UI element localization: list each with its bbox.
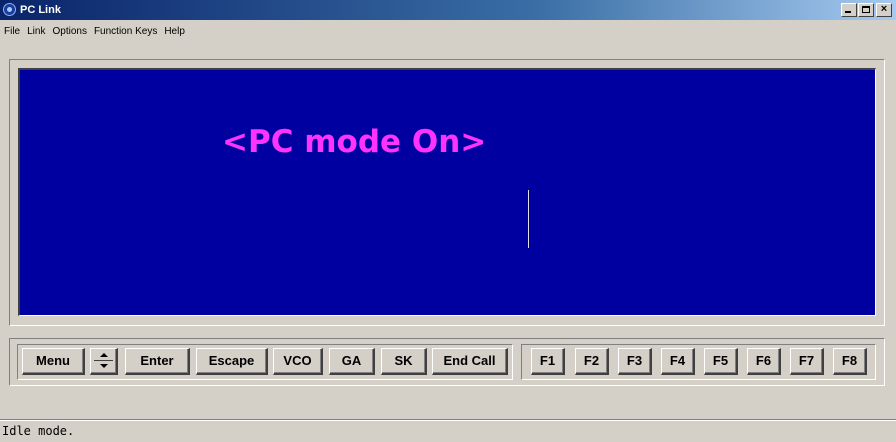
display-text: <PC mode On> bbox=[222, 124, 487, 160]
ga-key[interactable]: GA bbox=[329, 348, 375, 375]
close-button[interactable]: × bbox=[876, 3, 892, 17]
menu-file[interactable]: File bbox=[1, 23, 23, 41]
f1-key[interactable]: F1 bbox=[531, 348, 565, 375]
f5-key[interactable]: F5 bbox=[704, 348, 738, 375]
status-divider-highlight bbox=[0, 420, 896, 421]
vco-key[interactable]: VCO bbox=[273, 348, 323, 375]
status-text: Idle mode. bbox=[2, 424, 75, 438]
f4-key[interactable]: F4 bbox=[661, 348, 695, 375]
end-call-key[interactable]: End Call bbox=[432, 348, 508, 375]
title-bar[interactable]: PC Link × bbox=[0, 0, 896, 20]
f6-key[interactable]: F6 bbox=[747, 348, 781, 375]
close-icon: × bbox=[880, 3, 888, 15]
f8-key[interactable]: F8 bbox=[833, 348, 867, 375]
menu-function-keys[interactable]: Function Keys bbox=[91, 23, 160, 41]
menu-key[interactable]: Menu bbox=[22, 348, 85, 375]
scroll-up-down-key[interactable] bbox=[90, 348, 118, 375]
text-cursor bbox=[528, 190, 529, 248]
f7-key[interactable]: F7 bbox=[790, 348, 824, 375]
maximize-icon bbox=[862, 6, 870, 13]
window-controls: × bbox=[841, 3, 892, 17]
window-title: PC Link bbox=[20, 4, 61, 16]
app-icon[interactable] bbox=[3, 3, 16, 16]
menu-link[interactable]: Link bbox=[24, 23, 48, 41]
f2-key[interactable]: F2 bbox=[575, 348, 609, 375]
escape-key[interactable]: Escape bbox=[196, 348, 268, 375]
enter-key[interactable]: Enter bbox=[125, 348, 190, 375]
minimize-button[interactable] bbox=[841, 3, 857, 17]
maximize-button[interactable] bbox=[858, 3, 874, 17]
menu-help[interactable]: Help bbox=[161, 23, 188, 41]
up-down-divider bbox=[94, 360, 113, 361]
menu-options[interactable]: Options bbox=[49, 23, 89, 41]
device-display[interactable]: <PC mode On> bbox=[18, 68, 876, 316]
up-arrow-icon bbox=[100, 353, 108, 357]
menu-bar: File Link Options Function Keys Help bbox=[0, 22, 188, 42]
f3-key[interactable]: F3 bbox=[618, 348, 652, 375]
minimize-icon bbox=[845, 11, 851, 13]
sk-key[interactable]: SK bbox=[381, 348, 427, 375]
down-arrow-icon bbox=[100, 364, 108, 368]
